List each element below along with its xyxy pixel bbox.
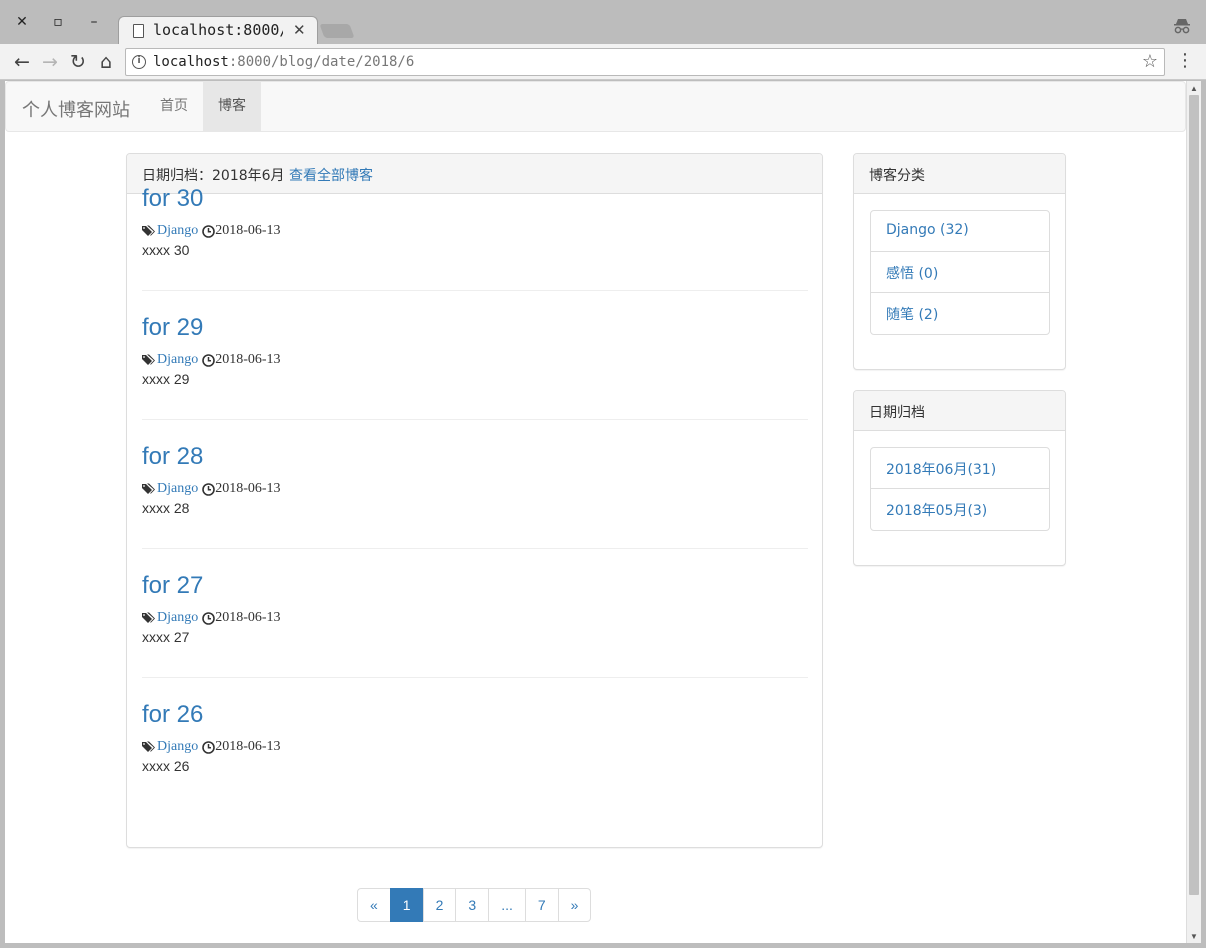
page-icon — [133, 24, 144, 38]
clock-icon — [202, 740, 216, 754]
browser-title-bar: ✕ ▫ – localhost:8000/blog/date/2018/6 ✕ — [0, 0, 1206, 44]
post-meta: Django 2018-06-13 — [142, 351, 808, 369]
post-divider — [142, 677, 808, 678]
pagination: «1 2 3... 7» — [357, 888, 592, 922]
post-category-link[interactable]: Django — [157, 610, 198, 626]
post-title[interactable]: for 26 — [142, 700, 808, 730]
post-excerpt: xxxx 28 — [142, 500, 190, 516]
nav-item-home[interactable]: 首页 — [145, 82, 203, 131]
tab-close-icon[interactable]: ✕ — [293, 21, 306, 39]
browser-toolbar: ← → ↻ ⌂ i localhost:8000/blog/date/2018/… — [0, 44, 1206, 80]
post-excerpt: xxxx 29 — [142, 371, 190, 387]
post-meta: Django 2018-06-13 — [142, 738, 808, 756]
forward-arrow-icon[interactable]: → — [38, 50, 62, 74]
tags-icon — [142, 354, 155, 365]
post-title[interactable]: for 27 — [142, 571, 808, 601]
page-link[interactable]: 2 — [422, 888, 457, 922]
post-meta: Django 2018-06-13 — [142, 609, 808, 627]
site-navbar: 个人博客网站 首页 博客 — [5, 81, 1186, 132]
info-icon[interactable]: i — [132, 55, 146, 69]
category-list: Django (32) 感悟 (0) 随笔 (2) — [870, 210, 1050, 335]
post-excerpt: xxxx 27 — [142, 629, 190, 645]
date-archive-panel: 日期归档 2018年06月(31) 2018年05月(3) — [853, 390, 1066, 566]
nav-item-blog[interactable]: 博客 — [203, 82, 261, 131]
categories-heading: 博客分类 — [854, 154, 1065, 194]
date-archive-heading: 日期归档 — [854, 391, 1065, 431]
scroll-up-icon[interactable]: ▲ — [1190, 84, 1198, 93]
post-date: 2018-06-13 — [215, 739, 281, 754]
browser-menu-icon[interactable]: ⋮ — [1176, 50, 1194, 71]
post-item: for 26 Django 2018-06-13 xxxx 26 — [142, 700, 808, 776]
page-scrollbar[interactable]: ▲ ▼ — [1186, 81, 1201, 943]
post-category-link[interactable]: Django — [157, 481, 198, 497]
categories-panel: 博客分类 Django (32) 感悟 (0) 随笔 (2) — [853, 153, 1066, 370]
incognito-icon — [1174, 19, 1190, 34]
clock-icon — [202, 224, 216, 238]
home-icon[interactable]: ⌂ — [94, 50, 118, 74]
scroll-thumb[interactable] — [1189, 95, 1199, 895]
scroll-down-icon[interactable]: ▼ — [1190, 932, 1198, 941]
post-meta: Django 2018-06-13 — [142, 480, 808, 498]
category-item-django[interactable]: Django (32) — [871, 211, 1049, 252]
post-item: for 29 Django 2018-06-13 xxxx 29 — [142, 313, 808, 389]
page-viewport: 个人博客网站 首页 博客 日期归档：2018年6月 查看全部博客 for 30 D… — [5, 81, 1186, 943]
url-text[interactable]: localhost:8000/blog/date/2018/6 — [153, 54, 414, 70]
post-category-link[interactable]: Django — [157, 739, 198, 755]
post-item: for 27 Django 2018-06-13 xxxx 27 — [142, 571, 808, 647]
post-category-link[interactable]: Django — [157, 223, 198, 239]
tags-icon — [142, 225, 155, 236]
post-item: for 28 Django 2018-06-13 xxxx 28 — [142, 442, 808, 518]
date-item-2018-05[interactable]: 2018年05月(3) — [871, 489, 1049, 530]
tags-icon — [142, 483, 155, 494]
close-window-icon[interactable]: ✕ — [10, 10, 34, 34]
date-item-2018-06[interactable]: 2018年06月(31) — [871, 448, 1049, 489]
reload-icon[interactable]: ↻ — [66, 50, 90, 74]
new-tab-button[interactable] — [319, 24, 355, 38]
post-divider — [142, 419, 808, 420]
post-title[interactable]: for 28 — [142, 442, 808, 472]
post-excerpt: xxxx 30 — [142, 242, 190, 258]
maximize-window-icon[interactable]: ▫ — [46, 10, 70, 34]
page-link[interactable]: 1 — [389, 888, 424, 922]
clock-icon — [202, 482, 216, 496]
page-link[interactable]: ... — [488, 888, 526, 922]
post-title[interactable]: for 29 — [142, 313, 808, 343]
window-frame-bottom — [0, 943, 1206, 948]
category-item-suibi[interactable]: 随笔 (2) — [871, 293, 1049, 334]
post-item: for 30 Django 2018-06-13 xxxx 30 — [142, 184, 808, 260]
back-arrow-icon[interactable]: ← — [10, 50, 34, 74]
browser-tab[interactable]: localhost:8000/blog/date/2018/6 ✕ — [118, 16, 318, 44]
post-title[interactable]: for 30 — [142, 184, 808, 214]
page-link[interactable]: » — [557, 888, 592, 922]
post-date: 2018-06-13 — [215, 481, 281, 496]
date-archive-list: 2018年06月(31) 2018年05月(3) — [870, 447, 1050, 531]
page-link[interactable]: 3 — [455, 888, 490, 922]
post-meta: Django 2018-06-13 — [142, 222, 808, 240]
site-brand[interactable]: 个人博客网站 — [22, 96, 130, 122]
post-date: 2018-06-13 — [215, 610, 281, 625]
bookmark-star-icon[interactable]: ☆ — [1142, 51, 1158, 72]
post-category-link[interactable]: Django — [157, 352, 198, 368]
post-divider — [142, 290, 808, 291]
tags-icon — [142, 612, 155, 623]
post-divider — [142, 548, 808, 549]
page-link[interactable]: « — [357, 888, 391, 922]
archive-panel: 日期归档：2018年6月 查看全部博客 for 30 Django 2018-06-… — [126, 153, 823, 848]
clock-icon — [202, 353, 216, 367]
minimize-window-icon[interactable]: – — [82, 10, 106, 34]
category-item-ganwu[interactable]: 感悟 (0) — [871, 252, 1049, 293]
page-link[interactable]: 7 — [524, 888, 559, 922]
tab-title: localhost:8000/blog/date/2018/6 — [153, 21, 283, 39]
view-all-blogs-link[interactable]: 查看全部博客 — [289, 168, 373, 184]
post-date: 2018-06-13 — [215, 352, 281, 367]
tags-icon — [142, 741, 155, 752]
post-date: 2018-06-13 — [215, 223, 281, 238]
address-bar[interactable]: i localhost:8000/blog/date/2018/6 ☆ — [125, 48, 1165, 76]
post-excerpt: xxxx 26 — [142, 758, 190, 774]
clock-icon — [202, 611, 216, 625]
